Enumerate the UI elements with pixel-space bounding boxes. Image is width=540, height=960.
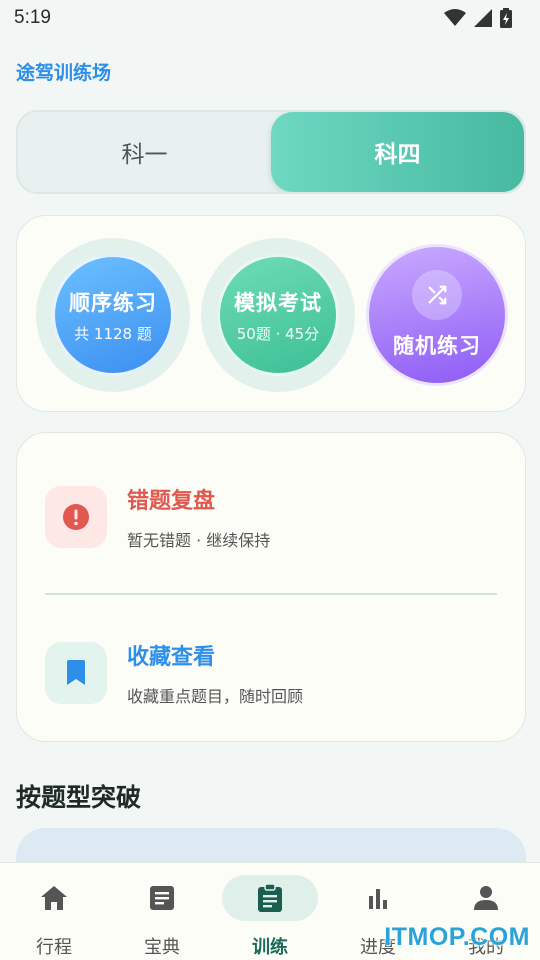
nav-item-trip[interactable]: 行程 <box>0 863 108 960</box>
status-bar: 5:19 <box>0 0 540 36</box>
nav-label-training: 训练 <box>252 937 288 958</box>
status-icons <box>444 8 512 28</box>
bookmark-icon <box>67 660 85 685</box>
signal-icon <box>474 9 492 27</box>
nav-item-training[interactable]: 训练 <box>216 863 324 960</box>
favorites-row[interactable]: 收藏查看 收藏重点题目，随时回顾 <box>45 633 499 713</box>
battery-icon <box>500 8 512 28</box>
nav-item-handbook[interactable]: 宝典 <box>108 863 216 960</box>
mistakes-review-row[interactable]: 错题复盘 暂无错题 · 继续保持 <box>45 477 499 557</box>
mock-exam-info: 50题 · 45分 <box>236 324 320 343</box>
nav-label-handbook: 宝典 <box>144 937 180 958</box>
home-icon <box>41 886 67 910</box>
practice-card: 顺序练习 共 1128 题 模拟考试 50题 · 45分 随机练习 <box>16 215 526 412</box>
tab-subject-four[interactable]: 科四 <box>271 112 524 192</box>
mock-exam-button[interactable]: 模拟考试 50题 · 45分 <box>217 254 339 376</box>
favorites-title: 收藏查看 <box>127 645 216 670</box>
app-title: 途驾训练场 <box>16 62 112 84</box>
favorites-icon-box <box>45 642 107 704</box>
alert-icon <box>63 504 89 530</box>
random-practice-button[interactable]: 随机练习 <box>366 244 508 386</box>
person-icon <box>474 886 498 910</box>
subject-switch: 科一 科四 <box>16 110 526 194</box>
sequential-practice-count: 共 1128 题 <box>74 324 152 343</box>
section-title: 按题型突破 <box>16 783 142 812</box>
favorites-subtitle: 收藏重点题目，随时回顾 <box>127 687 304 706</box>
bar-chart-icon <box>369 889 387 909</box>
sequential-practice-title: 顺序练习 <box>69 290 157 315</box>
mock-exam-ring: 模拟考试 50题 · 45分 <box>201 238 355 392</box>
status-time: 5:19 <box>14 7 51 28</box>
divider <box>45 593 497 595</box>
shuffle-icon <box>412 270 462 320</box>
mistakes-review-title: 错题复盘 <box>127 489 216 514</box>
clipboard-icon <box>258 883 282 912</box>
tab-subject-one[interactable]: 科一 <box>18 112 271 192</box>
mistakes-icon-box <box>45 486 107 548</box>
review-card: 错题复盘 暂无错题 · 继续保持 收藏查看 收藏重点题目，随时回顾 <box>16 432 526 742</box>
wifi-icon <box>444 9 466 26</box>
mock-exam-title: 模拟考试 <box>234 290 322 315</box>
random-practice-title: 随机练习 <box>393 334 481 358</box>
watermark: ITMOP.COM <box>384 923 530 951</box>
nav-label-trip: 行程 <box>36 937 72 958</box>
mistakes-review-subtitle: 暂无错题 · 继续保持 <box>127 531 271 550</box>
document-icon <box>150 886 174 910</box>
sequential-practice-ring: 顺序练习 共 1128 题 <box>36 238 190 392</box>
sequential-practice-button[interactable]: 顺序练习 共 1128 题 <box>52 254 174 376</box>
